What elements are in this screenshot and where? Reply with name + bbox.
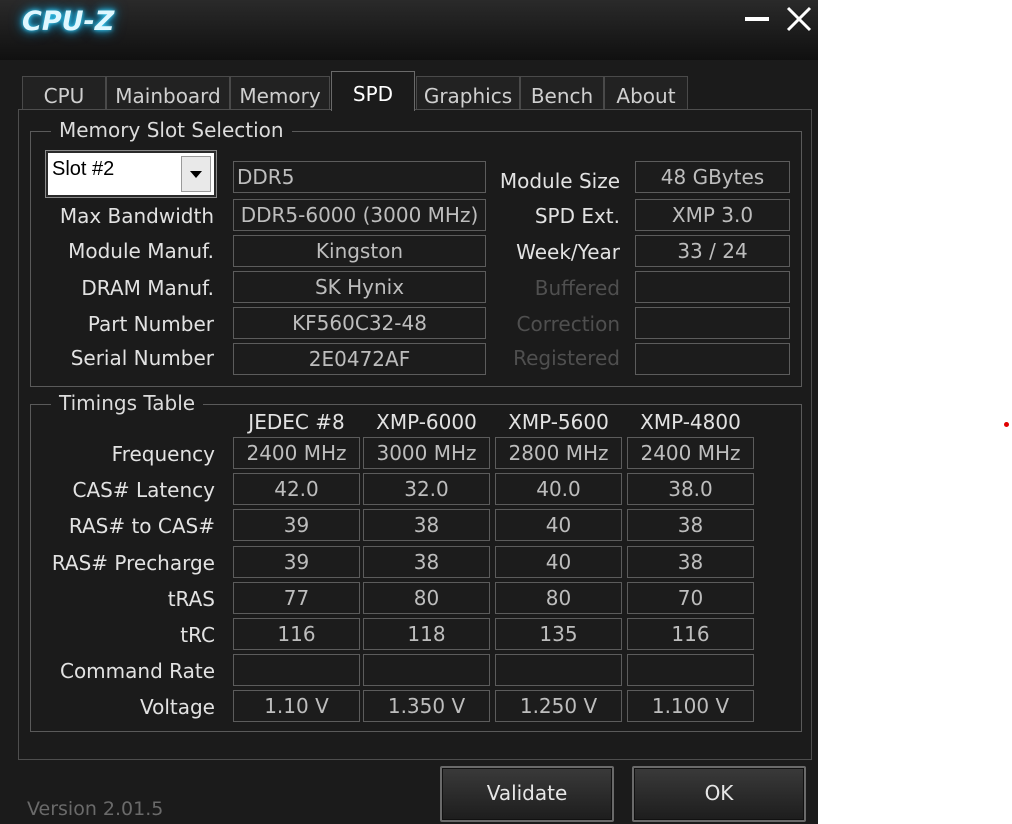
dram-manuf-field: SK Hynix bbox=[233, 271, 486, 303]
validate-button[interactable]: Validate bbox=[440, 766, 614, 822]
cpuz-window: CPU-Z CPU Mainboard Memory Graphics Benc… bbox=[0, 0, 818, 824]
max-bandwidth-label: Max Bandwidth bbox=[59, 204, 214, 228]
timing-cell: 38 bbox=[627, 546, 754, 578]
buffered-field bbox=[635, 271, 790, 303]
timing-row-label: RAS# Precharge bbox=[51, 551, 215, 575]
close-button[interactable] bbox=[782, 0, 816, 38]
memory-slot-legend: Memory Slot Selection bbox=[51, 118, 292, 142]
timing-row-label: Frequency bbox=[111, 442, 215, 466]
module-size-field: 48 GBytes bbox=[635, 161, 790, 193]
timing-cell: 38.0 bbox=[627, 473, 754, 505]
timing-cell bbox=[627, 654, 754, 686]
timing-cell: 1.100 V bbox=[627, 690, 754, 722]
slot-dropdown[interactable]: Slot #2 bbox=[45, 150, 217, 198]
timing-cell bbox=[495, 654, 622, 686]
timing-cell: 2400 MHz bbox=[233, 437, 360, 469]
timing-cell: 116 bbox=[627, 618, 754, 650]
timing-cell: 135 bbox=[495, 618, 622, 650]
spd-ext-label: SPD Ext. bbox=[534, 204, 620, 228]
serial-number-label: Serial Number bbox=[70, 346, 214, 370]
timing-cell: 2400 MHz bbox=[627, 437, 754, 469]
timing-row-label: tRC bbox=[180, 623, 215, 647]
timing-cell: 40 bbox=[495, 509, 622, 541]
timing-cell: 116 bbox=[233, 618, 360, 650]
timing-cell: 38 bbox=[627, 509, 754, 541]
timing-col-header: JEDEC #8 bbox=[248, 410, 345, 434]
tab-spd[interactable]: SPD bbox=[331, 71, 415, 111]
memory-type-field: DDR5 bbox=[233, 161, 486, 193]
timing-cell: 3000 MHz bbox=[363, 437, 490, 469]
module-manuf-field: Kingston bbox=[233, 235, 486, 267]
timing-cell: 40.0 bbox=[495, 473, 622, 505]
minimize-button[interactable] bbox=[740, 0, 774, 38]
timing-cell: 38 bbox=[363, 546, 490, 578]
part-number-field: KF560C32-48 bbox=[233, 307, 486, 339]
correction-label: Correction bbox=[516, 312, 620, 336]
timing-row-label: CAS# Latency bbox=[72, 478, 215, 502]
module-size-label: Module Size bbox=[499, 169, 620, 193]
timing-cell: 32.0 bbox=[363, 473, 490, 505]
spd-ext-field: XMP 3.0 bbox=[635, 199, 790, 231]
tab-mainboard[interactable]: Mainboard bbox=[106, 76, 230, 110]
max-bandwidth-field: DDR5-6000 (3000 MHz) bbox=[233, 199, 486, 231]
timing-cell: 40 bbox=[495, 546, 622, 578]
close-icon bbox=[786, 6, 812, 32]
chevron-down-icon bbox=[190, 170, 202, 178]
part-number-label: Part Number bbox=[87, 312, 214, 336]
timing-cell: 118 bbox=[363, 618, 490, 650]
timing-cell: 39 bbox=[233, 509, 360, 541]
version-label: Version 2.01.5 bbox=[27, 798, 164, 820]
tab-graphics[interactable]: Graphics bbox=[416, 76, 520, 110]
timing-cell: 80 bbox=[363, 582, 490, 614]
timing-cell: 39 bbox=[233, 546, 360, 578]
registered-field bbox=[635, 343, 790, 375]
timing-row-label: RAS# to CAS# bbox=[68, 514, 215, 538]
timing-cell: 2800 MHz bbox=[495, 437, 622, 469]
timing-cell: 77 bbox=[233, 582, 360, 614]
timing-row-label: Command Rate bbox=[59, 659, 215, 683]
timing-col-header: XMP-5600 bbox=[508, 410, 609, 434]
timing-cell: 1.10 V bbox=[233, 690, 360, 722]
module-manuf-label: Module Manuf. bbox=[68, 239, 214, 263]
week-year-field: 33 / 24 bbox=[635, 235, 790, 267]
timing-row-label: tRAS bbox=[167, 587, 215, 611]
timing-cell: 1.250 V bbox=[495, 690, 622, 722]
slot-dropdown-value: Slot #2 bbox=[52, 158, 115, 180]
registered-label: Registered bbox=[513, 346, 620, 370]
tab-about[interactable]: About bbox=[604, 76, 688, 110]
tab-cpu[interactable]: CPU bbox=[22, 76, 106, 110]
timing-cell: 1.350 V bbox=[363, 690, 490, 722]
buffered-label: Buffered bbox=[534, 276, 620, 300]
week-year-label: Week/Year bbox=[516, 240, 620, 264]
minimize-icon bbox=[745, 17, 769, 21]
ok-button[interactable]: OK bbox=[632, 766, 806, 822]
timing-cell: 70 bbox=[627, 582, 754, 614]
timing-cell: 38 bbox=[363, 509, 490, 541]
timing-col-header: XMP-4800 bbox=[640, 410, 741, 434]
timing-cell bbox=[363, 654, 490, 686]
timing-cell bbox=[233, 654, 360, 686]
timing-cell: 80 bbox=[495, 582, 622, 614]
title-bar[interactable]: CPU-Z bbox=[0, 0, 818, 60]
serial-number-field: 2E0472AF bbox=[233, 343, 486, 375]
timing-cell: 42.0 bbox=[233, 473, 360, 505]
dropdown-arrow-button[interactable] bbox=[181, 156, 211, 192]
timing-row-label: Voltage bbox=[139, 695, 215, 719]
dram-manuf-label: DRAM Manuf. bbox=[81, 276, 214, 300]
tab-bench[interactable]: Bench bbox=[520, 76, 604, 110]
tab-memory[interactable]: Memory bbox=[230, 76, 330, 110]
cursor-marker bbox=[1004, 422, 1009, 427]
timings-legend: Timings Table bbox=[51, 391, 204, 415]
timing-col-header: XMP-6000 bbox=[376, 410, 477, 434]
app-title: CPU-Z bbox=[22, 6, 115, 37]
correction-field bbox=[635, 307, 790, 339]
